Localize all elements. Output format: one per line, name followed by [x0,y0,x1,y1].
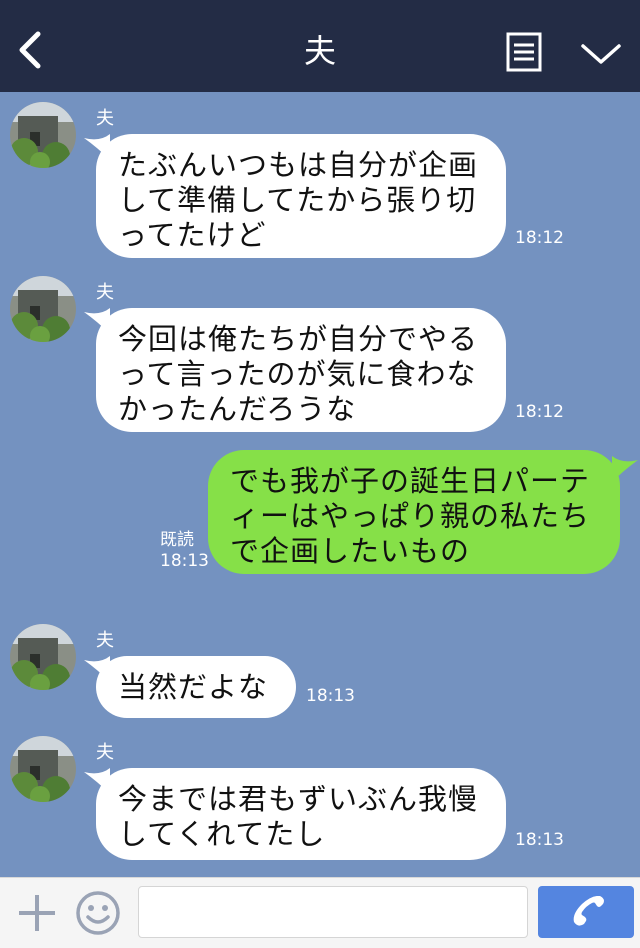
avatar[interactable] [10,102,76,168]
avatar[interactable] [10,624,76,690]
message-line: ってたけど [118,217,267,252]
smile-icon[interactable] [75,890,121,936]
message-time: 18:13 [515,830,564,850]
message-line: かったんだろうな [118,391,357,426]
message-time: 18:13 [306,686,355,706]
message-line: 今回は俺たちが自分でやる [118,322,479,356]
message-bubble: たぶんいつもは自分が企画 して準備してたから張り切 ってたけど [96,134,506,258]
sender-name: 夫 [96,108,114,129]
read-label: 既読 [160,530,194,550]
message-bubble: 今回は俺たちが自分でやる って言ったのが気に食わな かったんだろうな [96,308,506,432]
call-button[interactable] [538,886,634,938]
chevron-down-icon[interactable] [580,40,622,68]
message-line: して準備してたから張り切 [118,182,477,217]
message-bubble: 当然だよな [96,656,296,718]
message-line: ィーはやっぱり親の私たち [230,498,591,533]
avatar[interactable] [10,736,76,802]
message-line: 当然だよな [118,670,269,704]
message-line: でも我が子の誕生日パーテ [230,464,591,498]
chat-area[interactable]: 夫 たぶんいつもは自分が企画 して準備してたから張り切 ってたけど 18:12 … [0,92,640,877]
message-time: 18:12 [515,402,564,422]
message-input[interactable] [138,886,528,938]
message-line: 今までは君もずいぶん我慢 [118,782,479,816]
message-line: してくれてたし [118,816,326,851]
message-time: 18:13 [160,551,209,572]
plus-icon[interactable] [16,892,58,934]
message-line: で企画したいもの [230,533,471,568]
bubble-tail [612,456,638,482]
phone-icon [573,896,604,926]
sender-name: 夫 [96,742,114,763]
menu-icon[interactable] [506,32,542,72]
message-line: たぶんいつもは自分が企画 [118,148,479,182]
message-bubble: 今までは君もずいぶん我慢 してくれてたし [96,768,506,860]
avatar[interactable] [10,276,76,342]
read-receipt: 既読 18:13 [160,530,209,573]
input-bar [0,877,640,948]
chat-title: 夫 [303,32,336,70]
message-time: 18:12 [515,228,564,248]
sender-name: 夫 [96,282,114,303]
message-line: って言ったのが気に食わな [118,356,477,391]
chat-header: 夫 [0,0,640,92]
sender-name: 夫 [96,630,114,651]
message-bubble-outgoing: でも我が子の誕生日パーテ ィーはやっぱり親の私たち で企画したいもの [208,450,620,574]
